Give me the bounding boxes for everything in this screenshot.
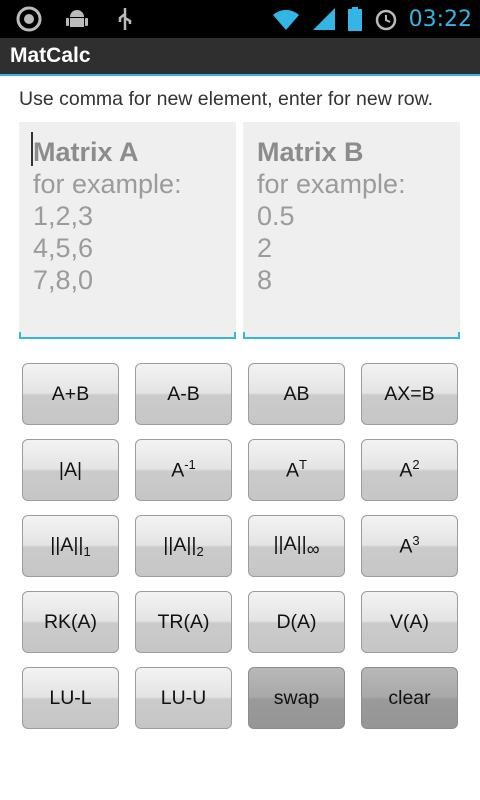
- clock-time: 03:22: [408, 6, 472, 32]
- app-title: MatCalc: [10, 44, 91, 67]
- a-plus-b-button[interactable]: A+B: [22, 363, 119, 425]
- matrix-a-row: 1,2,3: [33, 201, 94, 231]
- solve-ax-b-button[interactable]: AX=B: [361, 363, 458, 425]
- matrix-a-row: 4,5,6: [33, 233, 94, 263]
- matrix-b-row: 2: [257, 233, 273, 263]
- d-a-button[interactable]: D(A): [248, 591, 345, 653]
- matrix-a-title: Matrix A: [33, 137, 139, 167]
- clear-button[interactable]: clear: [361, 667, 458, 729]
- cube-button[interactable]: A3: [361, 515, 458, 577]
- android-icon: [66, 10, 88, 27]
- matrix-a-example-label: for example:: [33, 169, 182, 199]
- norm-infinity-button[interactable]: ||A||∞: [248, 515, 345, 577]
- text-cursor: [31, 132, 33, 166]
- battery-icon: [347, 7, 362, 31]
- signal-icon: [312, 8, 335, 30]
- inverse-button[interactable]: A-1: [135, 439, 232, 501]
- lu-l-button[interactable]: LU-L: [22, 667, 119, 729]
- alarm-icon: [375, 9, 396, 31]
- v-a-button[interactable]: V(A): [361, 591, 458, 653]
- rank-button[interactable]: RK(A): [22, 591, 119, 653]
- a-minus-b-button[interactable]: A-B: [135, 363, 232, 425]
- matrix-a-input[interactable]: Matrix A for example: 1,2,3 4,5,6 7,8,0: [19, 122, 236, 339]
- matrix-b-row: 0.5: [257, 201, 295, 231]
- status-bar: 03:22: [0, 0, 480, 38]
- transpose-button[interactable]: AT: [248, 439, 345, 501]
- ab-button[interactable]: AB: [248, 363, 345, 425]
- matrix-b-placeholder: Matrix B for example: 0.5 2 8: [257, 136, 406, 296]
- determinant-button[interactable]: |A|: [22, 439, 119, 501]
- matrix-a-placeholder: Matrix A for example: 1,2,3 4,5,6 7,8,0: [33, 136, 182, 296]
- instruction-text: Use comma for new element, enter for new…: [19, 88, 434, 110]
- circle-a-icon: [16, 6, 42, 32]
- matrix-b-input[interactable]: Matrix B for example: 0.5 2 8: [243, 122, 460, 339]
- norm-1-button[interactable]: ||A||1: [22, 515, 119, 577]
- lu-u-button[interactable]: LU-U: [135, 667, 232, 729]
- matrix-b-row: 8: [257, 265, 273, 295]
- action-bar: MatCalc: [0, 38, 480, 76]
- swap-button[interactable]: swap: [248, 667, 345, 729]
- matrix-b-title: Matrix B: [257, 137, 364, 167]
- usb-icon: [118, 8, 132, 30]
- trace-button[interactable]: TR(A): [135, 591, 232, 653]
- wifi-icon: [272, 9, 299, 30]
- matrix-b-example-label: for example:: [257, 169, 406, 199]
- square-button[interactable]: A2: [361, 439, 458, 501]
- matrix-a-row: 7,8,0: [33, 265, 94, 295]
- norm-2-button[interactable]: ||A||2: [135, 515, 232, 577]
